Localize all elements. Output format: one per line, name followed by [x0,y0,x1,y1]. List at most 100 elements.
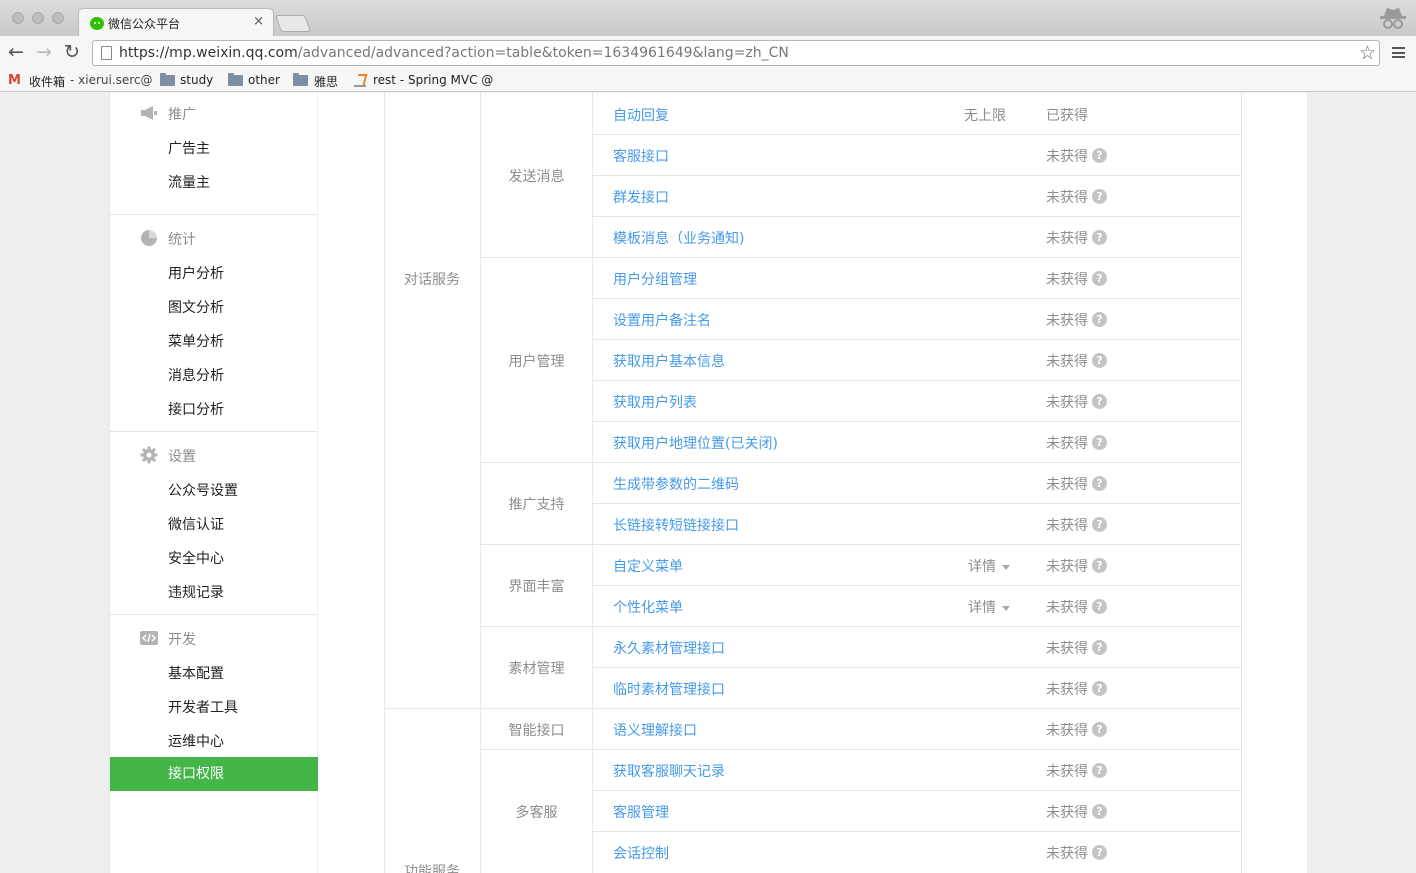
bookmark-rest-spring-mvc[interactable]: rest - Spring MVC @ [373,73,493,87]
api-link-customer-service[interactable]: 客服接口 [613,146,669,166]
menu-item-user-analysis[interactable]: 用户分析 [168,263,224,283]
api-link-mass-send[interactable]: 群发接口 [613,187,669,207]
row-divider [592,831,1242,832]
reload-button[interactable]: ↻ [64,42,80,62]
menu-head-statistics[interactable]: 统计 [168,229,196,249]
browser-menu-icon[interactable] [1392,47,1405,58]
details-dropdown[interactable]: 详情 [968,597,1010,617]
menu-head-promotion[interactable]: 推广 [168,104,196,124]
api-status: 未获得 [1046,641,1088,657]
subcategory-user-management: 用户管理 [508,354,565,370]
bookmarks-bar: M 收件箱 - xierui.serc@ study other 雅思 rest… [0,70,1416,92]
menu-item-api-analysis[interactable]: 接口分析 [168,399,224,419]
help-icon[interactable]: ? [1092,681,1107,696]
api-status: 未获得 [1046,846,1088,862]
help-icon[interactable]: ? [1092,804,1107,819]
api-link-user-list[interactable]: 获取用户列表 [613,392,697,412]
bookmark-star-icon[interactable]: ☆ [1359,42,1376,64]
api-link-session-control[interactable]: 会话控制 [613,843,669,863]
page-content: 推广 广告主 流量主 统计 用户分析 图文分析 菜单分析 消息分析 接口分析 设… [0,93,1416,873]
browser-tab[interactable]: 微信公众平台 × [78,8,274,36]
row-divider [480,257,1242,258]
main-panel: 对话服务 功能服务 发送消息 用户管理 推广支持 界面丰富 素材管理 智能接口 … [318,93,1307,873]
folder-icon [293,73,308,86]
subcategory-material-management: 素材管理 [508,661,565,677]
wechat-favicon-icon [90,17,104,30]
bookmark-folder-other[interactable]: other [248,73,280,87]
api-link-semantic[interactable]: 语义理解接口 [613,720,697,740]
help-icon[interactable]: ? [1092,558,1107,573]
help-icon[interactable]: ? [1092,599,1107,614]
api-link-temporary-material[interactable]: 临时素材管理接口 [613,679,725,699]
api-link-auto-reply[interactable]: 自动回复 [613,105,669,125]
forward-button[interactable]: → [36,42,52,62]
menu-item-wechat-verification[interactable]: 微信认证 [168,514,224,534]
url-text[interactable]: https://mp.weixin.qq.com/advanced/advanc… [119,45,789,61]
zoom-window-button[interactable] [52,12,64,24]
api-link-short-url[interactable]: 长链接转短链接接口 [613,515,739,535]
close-window-button[interactable] [12,12,24,24]
menu-item-basic-config[interactable]: 基本配置 [168,663,224,683]
new-tab-button[interactable] [274,15,312,32]
help-icon[interactable]: ? [1092,476,1107,491]
details-dropdown[interactable]: 详情 [968,556,1010,576]
help-icon[interactable]: ? [1092,435,1107,450]
menu-item-security-center[interactable]: 安全中心 [168,548,224,568]
address-bar[interactable]: https://mp.weixin.qq.com/advanced/advanc… [92,40,1380,66]
menu-item-account-settings[interactable]: 公众号设置 [168,480,238,500]
menu-item-traffic-owner[interactable]: 流量主 [168,172,210,192]
back-button[interactable]: ← [8,42,24,62]
help-icon[interactable]: ? [1092,640,1107,655]
api-status: 未获得 [1046,436,1088,452]
details-label: 详情 [968,559,996,575]
help-icon[interactable]: ? [1092,148,1107,163]
api-link-template-message[interactable]: 模板消息（业务通知) [613,228,744,248]
help-icon[interactable]: ? [1092,312,1107,327]
menu-item-violation-records[interactable]: 违规记录 [168,582,224,602]
row-divider [592,339,1242,340]
bookmark-folder-ielts[interactable]: 雅思 [314,73,338,90]
api-link-user-remark[interactable]: 设置用户备注名 [613,310,711,330]
help-icon[interactable]: ? [1092,353,1107,368]
menu-item-menu-analysis[interactable]: 菜单分析 [168,331,224,351]
api-link-user-location[interactable]: 获取用户地理位置(已关闭) [613,433,778,453]
tab-title: 微信公众平台 [108,17,181,31]
api-link-kf-management[interactable]: 客服管理 [613,802,669,822]
menu-item-api-permissions[interactable]: 接口权限 [110,757,318,791]
help-icon[interactable]: ? [1092,230,1107,245]
help-icon[interactable]: ? [1092,394,1107,409]
help-icon[interactable]: ? [1092,763,1107,778]
help-icon[interactable]: ? [1092,271,1107,286]
row-divider [592,134,1242,135]
menu-group-developer: 开发 基本配置 开发者工具 运维中心 接口权限 [110,615,318,873]
caret-down-icon [1002,605,1010,611]
help-icon[interactable]: ? [1092,189,1107,204]
menu-head-settings[interactable]: 设置 [168,446,196,466]
tab-close-icon[interactable]: × [253,14,264,29]
page-icon [101,46,112,60]
minimize-window-button[interactable] [32,12,44,24]
menu-item-advertiser[interactable]: 广告主 [168,138,210,158]
help-icon[interactable]: ? [1092,517,1107,532]
row-divider [592,585,1242,586]
api-link-user-group[interactable]: 用户分组管理 [613,269,697,289]
api-link-chat-records[interactable]: 获取客服聊天记录 [613,761,725,781]
menu-item-article-analysis[interactable]: 图文分析 [168,297,224,317]
megaphone-icon [141,106,157,120]
api-link-personalized-menu[interactable]: 个性化菜单 [613,597,683,617]
api-status: 未获得 [1046,395,1088,411]
pie-chart-icon [141,230,157,246]
menu-item-message-analysis[interactable]: 消息分析 [168,365,224,385]
api-link-custom-menu[interactable]: 自定义菜单 [613,556,683,576]
bookmark-inbox-account[interactable]: - xierui.serc@ [70,73,153,87]
help-icon[interactable]: ? [1092,722,1107,737]
menu-head-developer[interactable]: 开发 [168,629,196,649]
bookmark-folder-study[interactable]: study [180,73,213,87]
menu-item-developer-tools[interactable]: 开发者工具 [168,697,238,717]
menu-item-ops-center[interactable]: 运维中心 [168,731,224,751]
api-link-qrcode[interactable]: 生成带参数的二维码 [613,474,739,494]
api-link-permanent-material[interactable]: 永久素材管理接口 [613,638,725,658]
help-icon[interactable]: ? [1092,845,1107,860]
api-link-user-info[interactable]: 获取用户基本信息 [613,351,725,371]
bookmark-inbox[interactable]: 收件箱 [29,73,65,90]
